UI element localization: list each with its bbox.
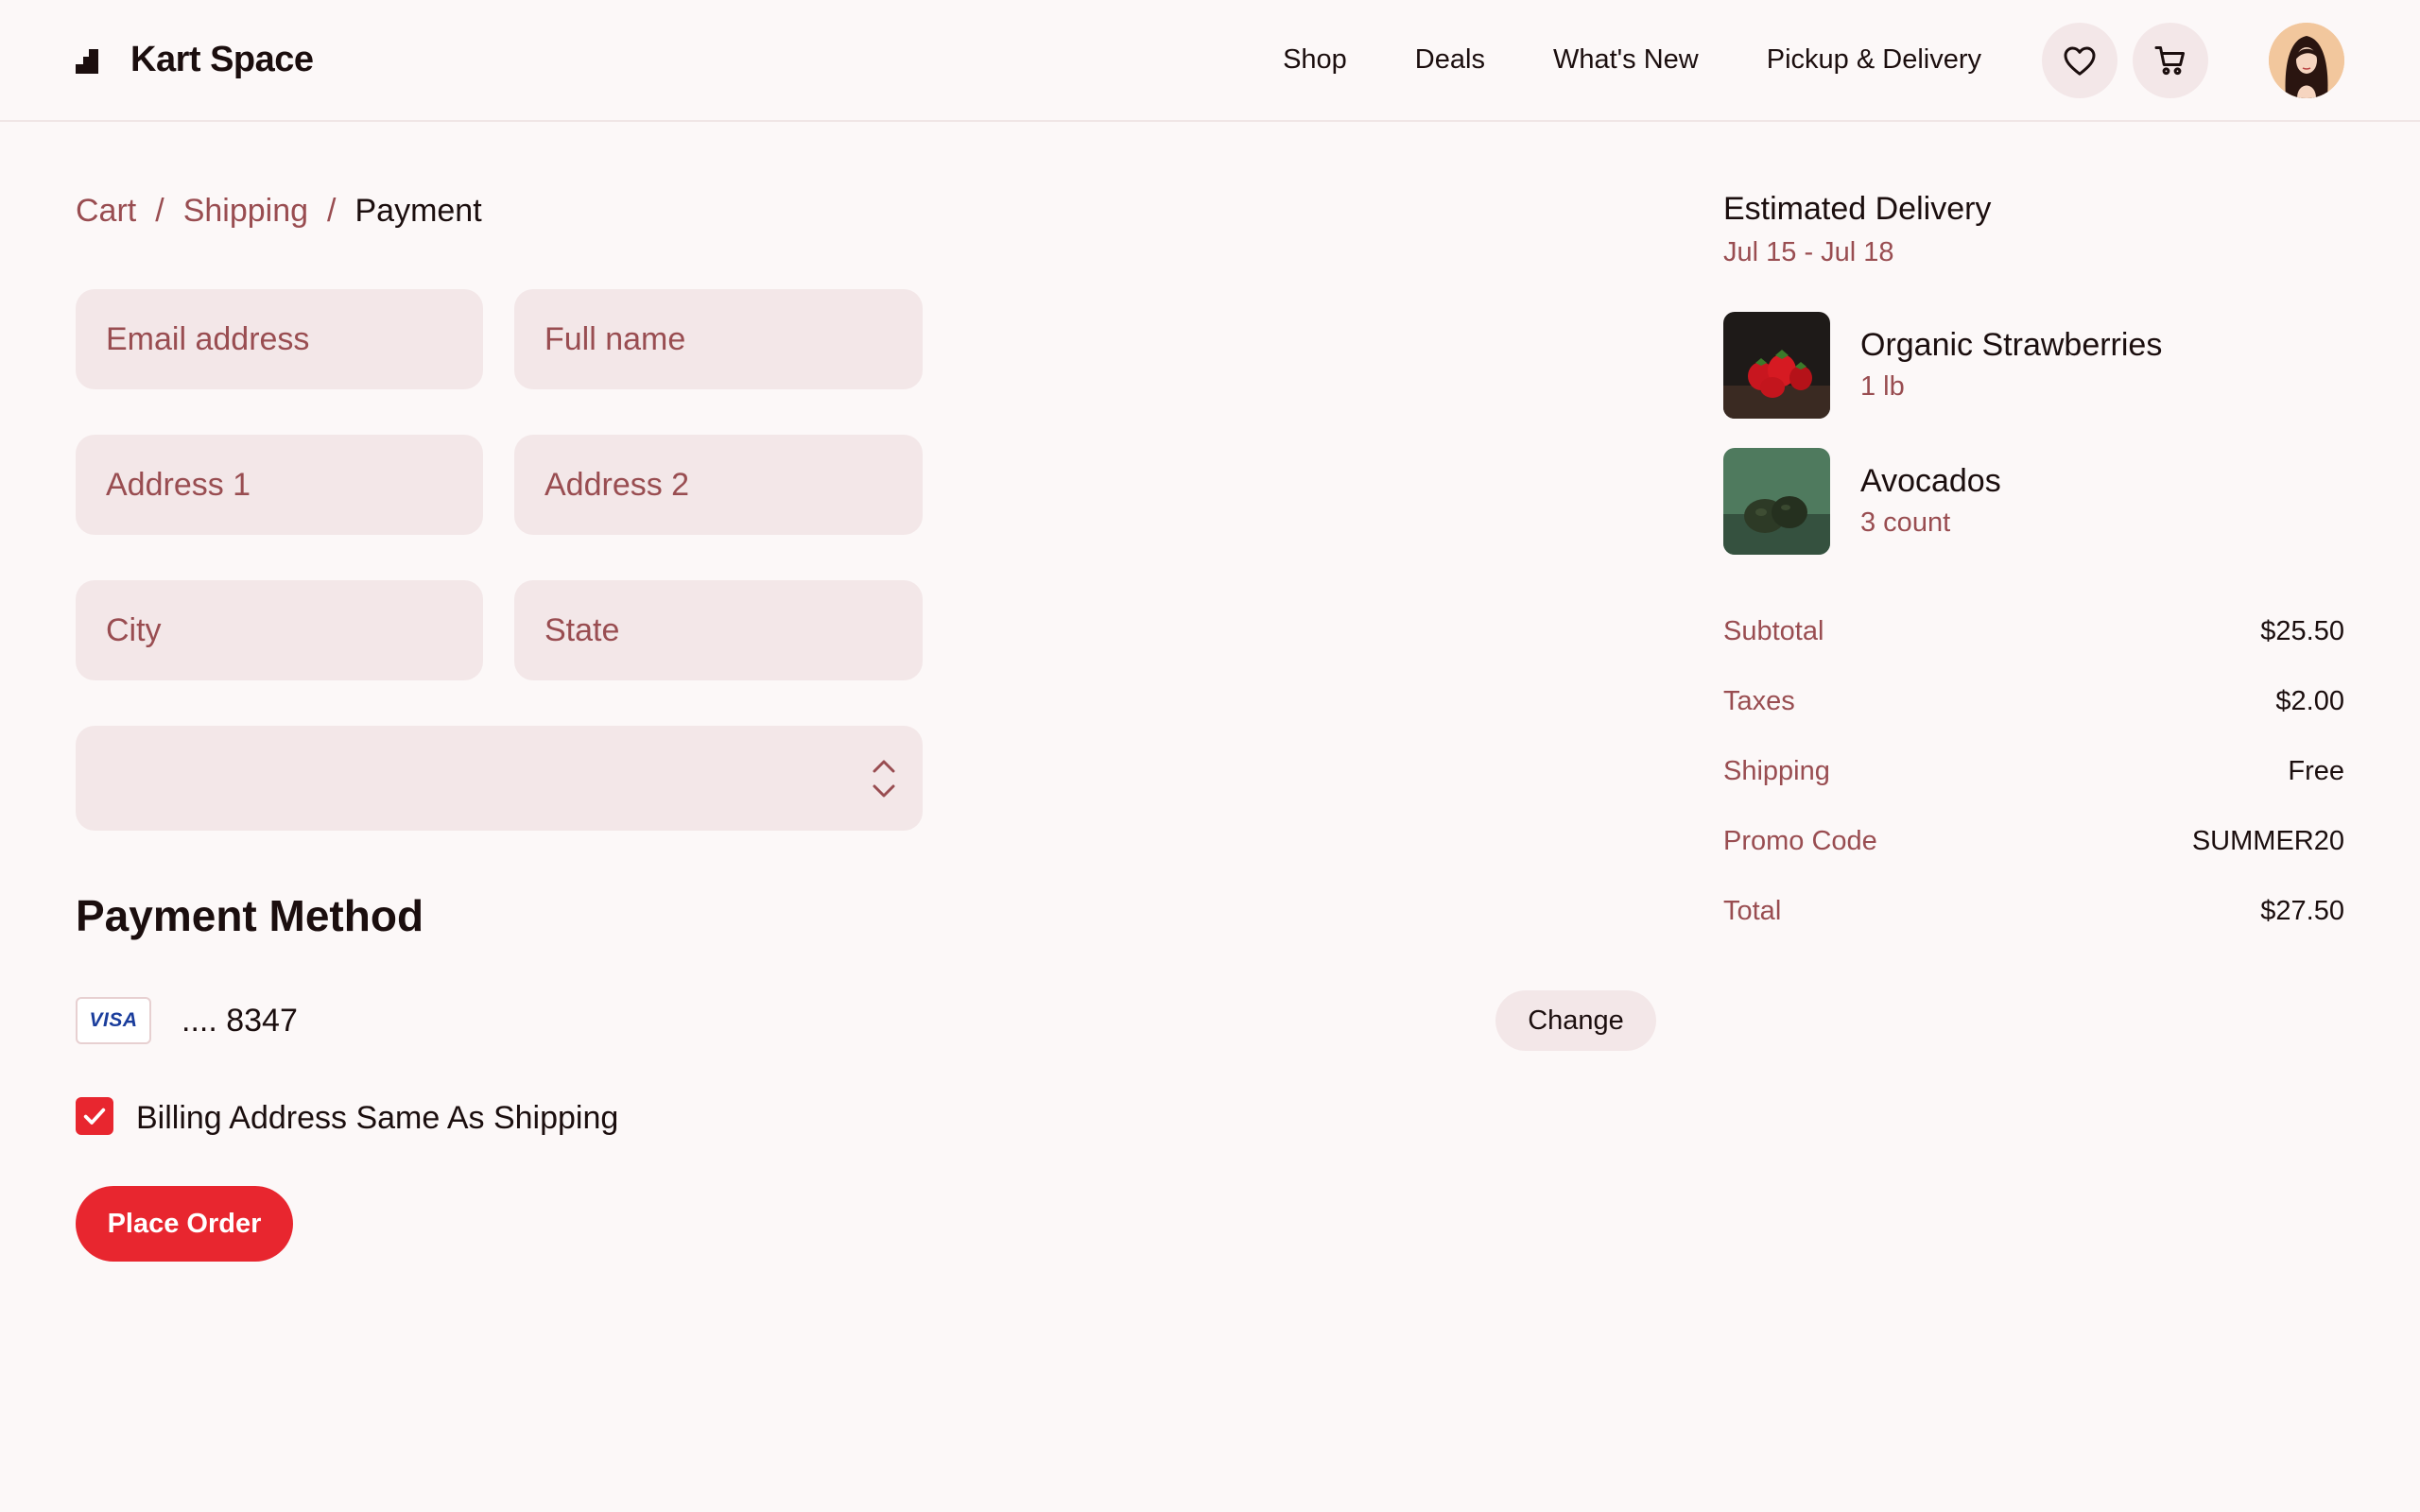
estimated-delivery-title: Estimated Delivery [1723,191,1992,227]
brand-name: Kart Space [130,40,314,79]
breadcrumb-payment: Payment [354,193,482,229]
summary-label-shipping: Shipping [1723,756,1830,786]
card-number: .... 8347 [182,1003,298,1039]
avatar-image [2269,22,2344,98]
item-name: Avocados [1860,463,2001,499]
kart-logo-icon [76,48,98,74]
cart-icon [2154,45,2185,75]
nav-deals[interactable]: Deals [1415,44,1485,76]
summary-value-promo-code: SUMMER20 [2191,826,2344,856]
payment-method-title: Payment Method [76,891,424,940]
breadcrumb-shipping[interactable]: Shipping [183,193,308,230]
country-select[interactable] [76,726,923,831]
nav-shop[interactable]: Shop [1283,44,1347,76]
header-actions [2042,22,2208,98]
chevron-up-icon [873,760,895,773]
checkmark-icon [83,1108,106,1125]
strawberries-thumbnail [1723,312,1830,419]
nav-pickup-delivery[interactable]: Pickup & Delivery [1767,44,1981,76]
summary-value-shipping: Free [2288,756,2344,786]
summary-label-total: Total [1723,896,1782,926]
billing-same-label: Billing Address Same As Shipping [136,1100,619,1136]
estimated-delivery-range: Jul 15 - Jul 18 [1723,237,1894,267]
breadcrumb-separator: / [327,193,337,229]
summary-value-total: $27.50 [2260,896,2344,926]
top-header: Kart Space Shop Deals What's New Pickup … [0,0,2420,122]
heart-icon [2064,45,2096,76]
avocados-thumbnail [1723,448,1830,555]
summary-value-taxes: $2.00 [2275,686,2344,716]
strawberries-image [1723,312,1830,419]
item-name: Organic Strawberries [1860,327,2163,363]
item-quantity: 3 count [1860,507,1951,538]
favorites-button[interactable] [2042,22,2118,98]
select-chevrons [873,760,895,798]
breadcrumb-separator: / [155,193,164,229]
address-1-field[interactable] [76,435,483,535]
chevron-down-icon [873,784,895,798]
nav-whats-new[interactable]: What's New [1553,44,1699,76]
visa-card-icon: VISA [76,997,151,1044]
brand[interactable]: Kart Space [76,40,314,80]
summary-label-promo-code: Promo Code [1723,826,1877,856]
address-2-field[interactable] [514,435,923,535]
avocados-image [1723,448,1830,555]
summary-label-subtotal: Subtotal [1723,616,1824,646]
cart-button[interactable] [2133,22,2208,98]
city-field[interactable] [76,580,483,680]
billing-same-checkbox[interactable] [76,1097,113,1135]
state-field[interactable] [514,580,923,680]
change-payment-button[interactable]: Change [1495,990,1656,1051]
breadcrumb: Cart / Shipping / Payment [76,193,482,230]
summary-value-subtotal: $25.50 [2260,616,2344,646]
summary-label-taxes: Taxes [1723,686,1795,716]
place-order-button[interactable]: Place Order [76,1186,293,1262]
full-name-field[interactable] [514,289,923,389]
main-nav: Shop Deals What's New Pickup & Delivery [1283,44,1981,76]
breadcrumb-cart[interactable]: Cart [76,193,136,230]
item-quantity: 1 lb [1860,371,1905,402]
user-avatar[interactable] [2269,22,2344,98]
email-field[interactable] [76,289,483,389]
